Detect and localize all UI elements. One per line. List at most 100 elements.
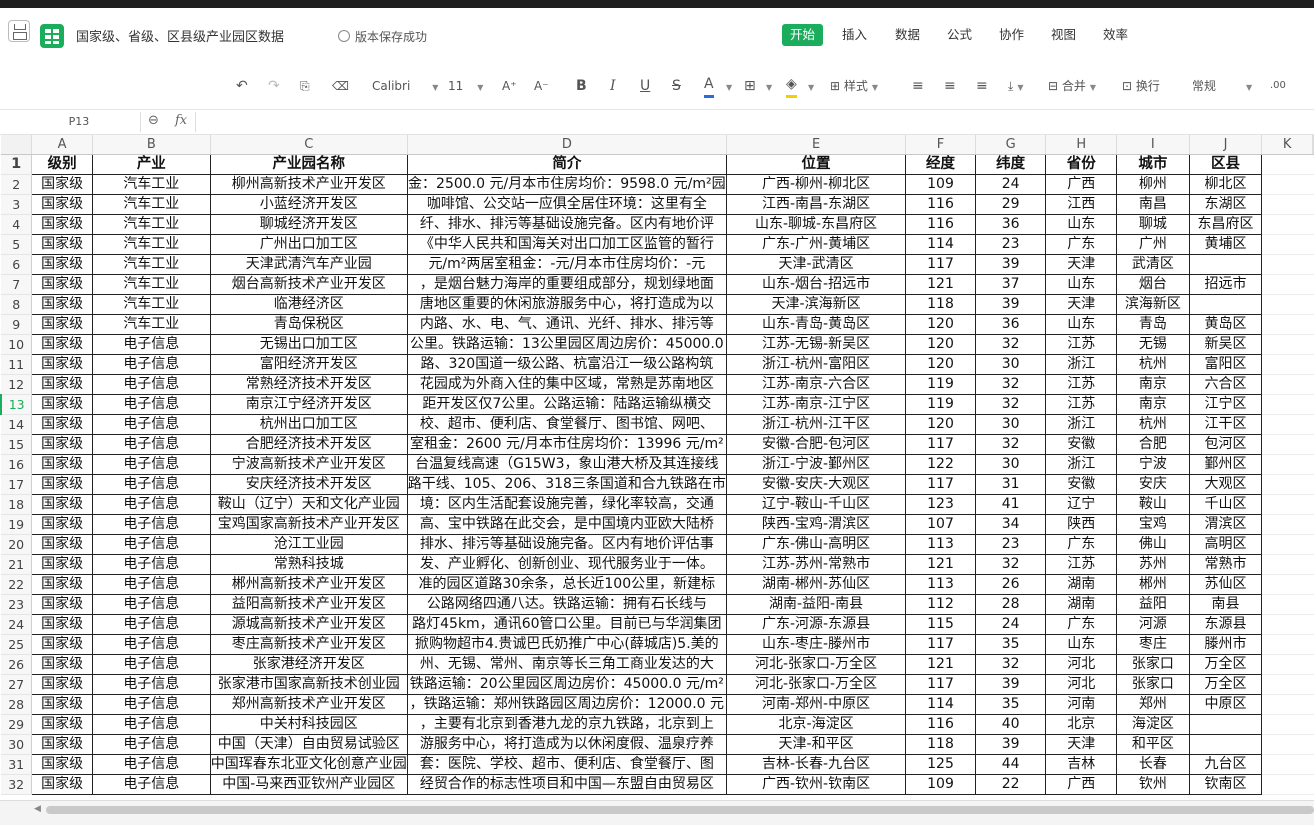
table-cell[interactable]: 汽车工业 <box>91 234 211 255</box>
scrollbar-thumb[interactable] <box>46 806 1314 814</box>
table-cell-empty[interactable] <box>1261 594 1313 615</box>
table-cell[interactable]: 准的园区道路30余条，总长近100公里，新建标 <box>406 574 727 595</box>
table-cell[interactable]: 电子信息 <box>91 674 211 695</box>
table-cell-empty[interactable] <box>1312 534 1314 555</box>
table-cell[interactable]: 东湖区 <box>1188 194 1263 215</box>
table-cell-empty[interactable] <box>1312 574 1314 595</box>
table-cell[interactable]: 31 <box>974 474 1047 495</box>
table-cell[interactable]: 郑州高新技术产业开发区 <box>209 694 408 715</box>
table-cell[interactable]: 国家级 <box>31 354 93 375</box>
table-cell[interactable]: 路干线、105、206、318三条国道和合九铁路在市 <box>406 474 727 495</box>
table-cell-empty[interactable] <box>1312 594 1314 615</box>
table-cell[interactable]: 路灯45km，通讯60管口公里。目前已与华润集团 <box>406 614 727 635</box>
table-cell-empty[interactable] <box>1312 274 1314 295</box>
table-cell[interactable]: 江苏-苏州-常熟市 <box>725 554 907 575</box>
table-cell[interactable]: 35 <box>974 634 1047 655</box>
column-header[interactable]: I <box>1116 135 1190 155</box>
table-cell[interactable]: 山东-烟台-招远市 <box>725 274 907 295</box>
menu-7[interactable]: 效率 <box>1095 24 1136 46</box>
table-cell[interactable]: 121 <box>905 654 976 675</box>
row-header[interactable]: 19 <box>1 514 33 535</box>
scroll-left-icon[interactable]: ◀ <box>34 804 41 814</box>
row-header[interactable]: 31 <box>1 754 33 775</box>
table-cell[interactable]: 钦南区 <box>1188 774 1263 795</box>
table-cell[interactable]: 聊城经济开发区 <box>209 214 408 235</box>
table-cell[interactable]: 包河区 <box>1188 434 1263 455</box>
table-cell[interactable]: 河北-张家口-万全区 <box>725 674 907 695</box>
table-cell[interactable]: 江干区 <box>1188 414 1263 435</box>
table-cell[interactable]: 国家级 <box>31 554 93 575</box>
table-cell[interactable]: 益阳高新技术产业开发区 <box>209 594 408 615</box>
style-button[interactable]: ⊞ 样式 ▼ <box>830 77 878 95</box>
row-header[interactable]: 12 <box>1 374 33 395</box>
table-cell[interactable]: 《中华人民共和国海关对出口加工区监管的暂行 <box>406 234 727 255</box>
font-grow-icon[interactable]: A⁺ <box>502 77 517 95</box>
table-cell[interactable]: 河源 <box>1116 614 1190 635</box>
table-cell-empty[interactable] <box>1312 254 1314 275</box>
table-cell[interactable]: 国家级 <box>31 274 93 295</box>
table-cell[interactable]: 32 <box>974 374 1047 395</box>
table-cell[interactable]: 118 <box>905 734 976 755</box>
table-cell[interactable]: 江苏 <box>1045 394 1117 415</box>
table-cell[interactable]: 常熟科技城 <box>209 554 408 575</box>
table-cell[interactable]: 107 <box>905 514 976 535</box>
table-cell[interactable]: 国家级 <box>31 694 93 715</box>
table-cell[interactable]: 122 <box>905 454 976 475</box>
row-header[interactable]: 4 <box>1 214 33 235</box>
table-cell[interactable]: 44 <box>974 754 1047 775</box>
table-cell[interactable]: 36 <box>974 314 1047 335</box>
row-header[interactable]: 7 <box>1 274 33 295</box>
table-cell[interactable]: 鄞州区 <box>1188 454 1263 475</box>
table-cell[interactable]: 北京-海淀区 <box>725 714 907 735</box>
menu-3[interactable]: 数据 <box>887 24 928 46</box>
row-header[interactable]: 2 <box>1 174 33 195</box>
table-cell-empty[interactable] <box>1312 634 1314 655</box>
table-cell[interactable]: 陕西 <box>1045 514 1117 535</box>
table-cell[interactable]: 天津 <box>1045 734 1117 755</box>
table-cell[interactable]: 简介 <box>406 154 727 175</box>
table-cell[interactable]: 张家港经济开发区 <box>209 654 408 675</box>
table-cell-empty[interactable] <box>1261 514 1313 535</box>
table-cell[interactable]: 元/m²两居室租金：-元/月本市住房均价：-元 <box>406 254 727 275</box>
table-cell[interactable]: 国家级 <box>31 334 93 355</box>
row-header[interactable]: 22 <box>1 574 33 595</box>
column-header[interactable]: F <box>905 135 976 155</box>
table-cell[interactable]: 距开发区仅7公里。公路运输：陆路运输纵横交 <box>406 394 727 415</box>
table-cell[interactable]: 24 <box>974 614 1047 635</box>
table-cell[interactable]: 电子信息 <box>91 514 211 535</box>
horizontal-scrollbar[interactable]: ◀ <box>0 800 1314 825</box>
table-cell[interactable]: 安庆经济技术开发区 <box>209 474 408 495</box>
table-cell[interactable]: 国家级 <box>31 754 93 775</box>
row-header[interactable]: 6 <box>1 254 33 275</box>
table-cell[interactable]: 掀购物超市4.贵诚巴氏奶推广中心(薛城店)5.美的 <box>406 634 727 655</box>
table-cell[interactable]: 辽宁 <box>1045 494 1117 515</box>
table-cell-empty[interactable] <box>1261 754 1313 775</box>
table-cell[interactable]: 37 <box>974 274 1047 295</box>
table-cell[interactable]: 电子信息 <box>91 494 211 515</box>
table-cell[interactable]: 120 <box>905 334 976 355</box>
table-cell-empty[interactable] <box>1261 254 1313 275</box>
row-header[interactable]: 28 <box>1 694 33 715</box>
table-cell[interactable]: 套：医院、学校、超市、便利店、食堂餐厅、图 <box>406 754 727 775</box>
table-cell[interactable]: 汽车工业 <box>91 214 211 235</box>
column-header[interactable]: K <box>1261 135 1313 155</box>
table-cell-empty[interactable] <box>1312 494 1314 515</box>
document-title[interactable]: 国家级、省级、区县级产业园区数据 <box>76 26 284 45</box>
column-header[interactable]: H <box>1045 135 1117 155</box>
table-cell[interactable]: 江苏-南京-江宁区 <box>725 394 907 415</box>
table-cell[interactable]: 万全区 <box>1188 674 1263 695</box>
table-cell[interactable]: 河南-郑州-中原区 <box>725 694 907 715</box>
table-cell[interactable]: 电子信息 <box>91 394 211 415</box>
undo-icon[interactable]: ↶ <box>236 77 248 95</box>
table-cell[interactable]: 武清区 <box>1116 254 1190 275</box>
table-cell[interactable]: 30 <box>974 354 1047 375</box>
table-cell[interactable]: 益阳 <box>1116 594 1190 615</box>
table-cell-empty[interactable] <box>1261 714 1313 735</box>
menu-5[interactable]: 协作 <box>991 24 1032 46</box>
table-cell[interactable]: 天津-滨海新区 <box>725 294 907 315</box>
table-cell[interactable]: 纬度 <box>974 154 1047 175</box>
select-all-corner[interactable] <box>1 135 33 155</box>
row-header[interactable]: 25 <box>1 634 33 655</box>
table-cell[interactable]: 临港经济区 <box>209 294 408 315</box>
table-cell[interactable]: 九台区 <box>1188 754 1263 775</box>
